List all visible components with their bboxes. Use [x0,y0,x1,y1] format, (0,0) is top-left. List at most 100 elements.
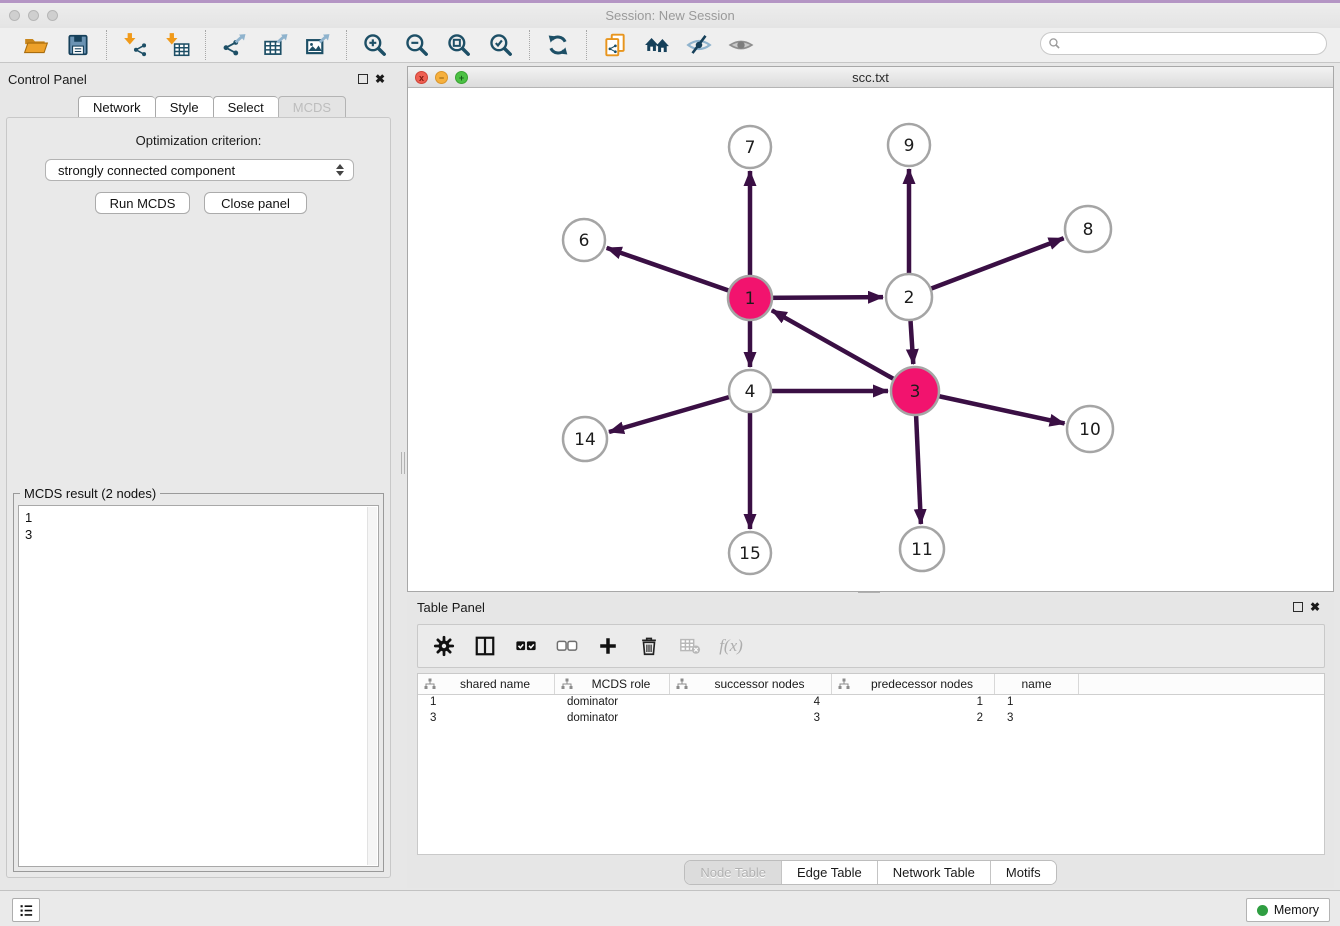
graph-node-7[interactable]: 7 [729,126,771,168]
column-header-MCDS-role[interactable]: MCDS role [555,674,670,694]
node-table-header: shared nameMCDS rolesuccessor nodesprede… [418,674,1324,695]
table-mode-gear-icon[interactable] [432,633,456,659]
mcds-result-text[interactable]: 13 [18,505,379,867]
graph-node-11[interactable]: 11 [900,527,944,571]
graph-node-2[interactable]: 2 [886,274,932,320]
tab-select[interactable]: Select [213,96,278,118]
table-row[interactable]: 3dominator323 [418,711,1324,727]
table-cell[interactable]: dominator [555,711,670,727]
tab-motifs[interactable]: Motifs [991,861,1056,884]
tab-edge-table[interactable]: Edge Table [782,861,878,884]
column-header-predecessor-nodes[interactable]: predecessor nodes [832,674,995,694]
tab-node-table[interactable]: Node Table [685,861,782,884]
svg-text:10: 10 [1079,420,1101,440]
node-table: shared nameMCDS rolesuccessor nodesprede… [417,673,1325,855]
column-header-name[interactable]: name [995,674,1079,694]
export-network-icon[interactable] [220,31,248,59]
deselect-all-icon[interactable] [555,633,579,659]
criterion-select[interactable]: strongly connected component [45,159,354,181]
select-all-icon[interactable] [514,633,538,659]
run-mcds-button[interactable]: Run MCDS [95,192,190,214]
graph-node-10[interactable]: 10 [1067,406,1113,452]
import-network-icon[interactable] [121,31,149,59]
optimization-criterion-label: Optimization criterion: [7,133,390,148]
table-cell[interactable]: 3 [418,711,555,727]
graph-node-4[interactable]: 4 [729,370,771,412]
zoom-out-icon[interactable] [403,31,431,59]
graph-node-8[interactable]: 8 [1065,206,1111,252]
svg-text:3: 3 [910,382,921,402]
mcds-result-title: MCDS result (2 nodes) [20,486,160,501]
open-session-icon[interactable] [22,31,50,59]
task-list-icon [18,903,35,918]
close-panel-button[interactable]: Close panel [204,192,307,214]
show-columns-icon[interactable] [473,633,497,659]
table-cell[interactable]: 3 [995,711,1079,727]
task-history-button[interactable] [12,898,40,922]
hide-selected-icon[interactable] [685,31,713,59]
first-neighbors-icon[interactable] [643,31,671,59]
svg-text:7: 7 [745,138,756,158]
column-header-successor-nodes[interactable]: successor nodes [670,674,832,694]
control-panel-float-icon[interactable] [358,74,368,84]
column-header-filler [1079,674,1324,694]
tab-style[interactable]: Style [155,96,213,118]
result-scrollbar[interactable] [367,507,377,865]
import-table-icon[interactable] [163,31,191,59]
control-panel-title: Control Panel [8,72,87,87]
delete-column-icon[interactable] [637,633,661,659]
graph-node-9[interactable]: 9 [888,124,930,166]
add-column-icon[interactable] [596,633,620,659]
tab-mcds[interactable]: MCDS [278,96,346,118]
search-icon [1048,37,1061,50]
column-tree-icon [424,678,436,690]
column-tree-icon [838,678,850,690]
table-cell[interactable]: dominator [555,695,670,711]
tab-network-table[interactable]: Network Table [878,861,991,884]
control-panel-close-icon[interactable]: ✖ [375,74,385,84]
svg-text:15: 15 [739,544,761,564]
search-input[interactable] [1061,35,1326,53]
table-panel-close-icon[interactable]: ✖ [1310,602,1320,612]
show-hidden-icon [727,31,755,59]
table-panel-float-icon[interactable] [1293,602,1303,612]
graph-node-14[interactable]: 14 [563,417,607,461]
table-cell[interactable]: 3 [670,711,832,727]
clone-network-icon[interactable] [601,31,629,59]
save-session-icon[interactable] [64,31,92,59]
graph-node-15[interactable]: 15 [729,532,771,574]
memory-button[interactable]: Memory [1246,898,1330,922]
table-cell[interactable]: 2 [832,711,995,727]
vertical-splitter-grip[interactable] [399,452,406,474]
svg-text:4: 4 [745,382,756,402]
network-graph: 7 9 6 8 1 2 4 3 14 10 15 11 [408,88,1333,591]
table-cell[interactable]: 1 [832,695,995,711]
titlebar: Session: New Session [0,3,1340,28]
tab-network[interactable]: Network [78,96,155,118]
graph-node-3[interactable]: 3 [891,367,939,415]
table-cell[interactable]: 4 [670,695,832,711]
table-row[interactable]: 1dominator411 [418,695,1324,711]
graph-node-1[interactable]: 1 [728,276,772,320]
network-canvas[interactable]: 7 9 6 8 1 2 4 3 14 10 15 11 [408,88,1333,591]
svg-text:8: 8 [1083,220,1094,240]
zoom-in-icon[interactable] [361,31,389,59]
network-frame-title: scc.txt [408,70,1333,85]
select-stepper-icon [336,164,344,176]
export-image-icon[interactable] [304,31,332,59]
column-header-shared-name[interactable]: shared name [418,674,555,694]
zoom-fit-icon[interactable] [445,31,473,59]
export-table-icon[interactable] [262,31,290,59]
svg-text:2: 2 [904,288,915,308]
network-view-frame: x−+ scc.txt 7968124314101511 [407,66,1334,592]
table-cell[interactable]: 1 [995,695,1079,711]
graph-edge-2-8[interactable] [909,238,1064,297]
control-panel-tabs: NetworkStyleSelectMCDS [78,96,346,118]
svg-text:6: 6 [579,231,590,251]
graph-node-6[interactable]: 6 [563,219,605,261]
search-box [1040,32,1327,55]
column-tree-icon [676,678,688,690]
zoom-selected-icon[interactable] [487,31,515,59]
apply-layout-icon[interactable] [544,31,572,59]
table-cell[interactable]: 1 [418,695,555,711]
